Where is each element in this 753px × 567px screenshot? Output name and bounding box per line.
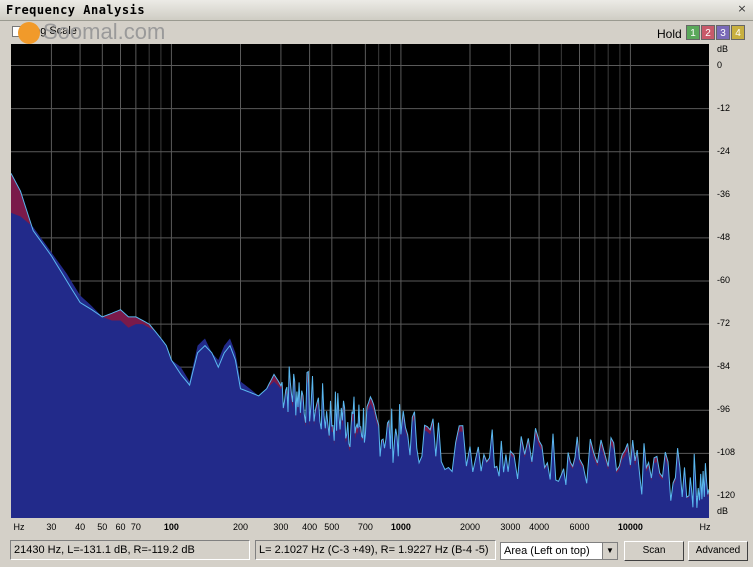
window-title: Frequency Analysis <box>6 3 146 17</box>
y-unit-bottom: dB <box>717 506 729 516</box>
y-tick-label: -36 <box>717 188 731 199</box>
close-icon[interactable]: × <box>736 3 748 15</box>
frequency-analysis-window: Frequency Analysis × Log Scale Soomal.co… <box>0 0 753 567</box>
hold-button-3[interactable]: 3 <box>716 25 730 40</box>
x-tick-label: 1000 <box>390 522 411 532</box>
watermark-logo-icon <box>18 22 40 44</box>
x-tick-label: 40 <box>75 522 86 532</box>
y-tick-label: -84 <box>717 361 731 372</box>
view-mode-value: Area (Left on top) <box>504 545 590 557</box>
x-tick-label: 2000 <box>459 522 481 532</box>
spectrum-plot[interactable] <box>11 44 709 518</box>
y-tick-label: -72 <box>717 318 731 329</box>
y-unit-top: dB <box>717 44 729 54</box>
hold-button-1[interactable]: 1 <box>686 25 700 40</box>
y-axis: dB dB 0 -12 -24 -36 -48 -60 -72 -84 -96 -108 -120 <box>709 44 753 518</box>
x-tick-label: 30 <box>46 522 57 532</box>
x-tick-label: 200 <box>232 522 249 532</box>
watermark-text: Soomal.com <box>43 19 166 44</box>
hold-label: Hold <box>657 27 682 41</box>
x-tick-label: 3000 <box>500 522 521 532</box>
x-tick-label: 6000 <box>569 522 590 532</box>
x-unit-left: Hz <box>13 522 25 532</box>
x-tick-label: 4000 <box>529 522 550 532</box>
view-mode-select[interactable]: Area (Left on top) ▼ <box>500 542 618 560</box>
y-tick-label: -24 <box>717 145 731 156</box>
title-bar[interactable]: Frequency Analysis × <box>0 0 753 21</box>
advanced-button[interactable]: Advanced <box>688 541 748 561</box>
dropdown-arrow-icon[interactable]: ▼ <box>602 543 617 559</box>
y-tick-label: -48 <box>717 231 731 242</box>
cursor-readout: 21430 Hz, L=-131.1 dB, R=-119.2 dB <box>10 540 250 560</box>
x-axis: Hz Hz 30 40 50 60 70 100 200 300 400 500 700 1000 20… <box>11 518 751 534</box>
left-channel-area <box>11 212 709 518</box>
x-tick-label: 50 <box>97 522 108 532</box>
x-tick-label: 60 <box>115 522 126 532</box>
y-tick-label: -12 <box>717 102 731 113</box>
x-tick-label: 500 <box>324 522 340 532</box>
x-tick-label: 400 <box>302 522 318 532</box>
peak-readout: L= 2.1027 Hz (C-3 +49), R= 1.9227 Hz (B-… <box>255 540 496 560</box>
x-tick-label: 100 <box>163 522 179 532</box>
x-unit-right: Hz <box>699 522 711 532</box>
x-tick-label: 300 <box>273 522 289 532</box>
x-tick-label: 700 <box>357 522 373 532</box>
y-tick-label: 0 <box>717 59 723 70</box>
y-tick-label: -96 <box>717 404 731 415</box>
hold-button-2[interactable]: 2 <box>701 25 715 40</box>
hold-button-4[interactable]: 4 <box>731 25 745 40</box>
y-tick-label: -120 <box>717 490 736 501</box>
spectrum-svg <box>11 44 709 518</box>
x-tick-label: 10000 <box>617 522 643 532</box>
x-tick-label: 70 <box>130 522 141 532</box>
status-bar: 21430 Hz, L=-131.1 dB, R=-119.2 dB L= 2.… <box>0 538 753 567</box>
y-tick-label: -108 <box>717 447 736 458</box>
y-tick-label: -60 <box>717 275 731 285</box>
scan-button[interactable]: Scan <box>624 541 684 561</box>
